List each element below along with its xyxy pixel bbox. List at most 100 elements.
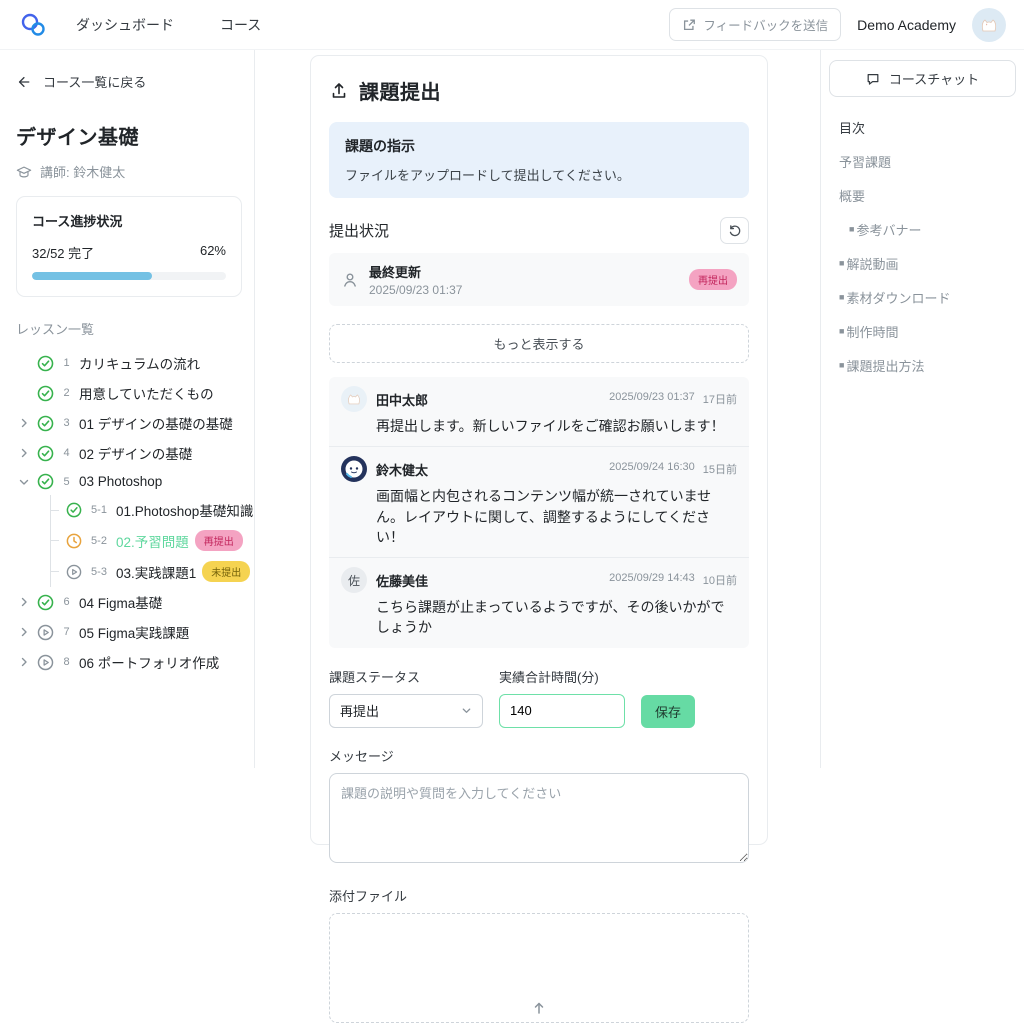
total-hours-input[interactable] xyxy=(499,694,625,728)
back-arrow-icon xyxy=(16,75,31,89)
comment-date: 2025/09/23 01:37 xyxy=(609,391,695,407)
toc-title: 目次 xyxy=(839,118,1016,137)
last-update-row[interactable]: 最終更新 2025/09/23 01:37 再提出 xyxy=(329,253,749,306)
account-name: Demo Academy xyxy=(857,17,956,33)
file-dropzone[interactable] xyxy=(329,913,749,1023)
progress-title: コース進捗状況 xyxy=(32,211,226,230)
toc-bullet: ■ xyxy=(839,327,844,336)
course-title: デザイン基礎 xyxy=(16,121,242,150)
progress-completed: 32/52 完了 xyxy=(32,243,94,262)
lesson-item-4[interactable]: 4 02 デザインの基礎 xyxy=(16,438,242,468)
chevron-down-icon xyxy=(461,705,472,716)
chevron-right-icon[interactable] xyxy=(16,655,31,669)
toc-bullet: ■ xyxy=(839,361,844,370)
person-icon xyxy=(341,271,359,289)
check-circle-icon xyxy=(37,473,54,490)
toc-bullet: ■ xyxy=(839,293,844,302)
hours-label: 実績合計時間(分) xyxy=(499,667,625,686)
user-avatar[interactable] xyxy=(972,8,1006,42)
toc-item[interactable]: 予習課題 xyxy=(839,152,1016,171)
message-label: メッセージ xyxy=(329,746,749,765)
chevron-right-icon[interactable] xyxy=(16,595,31,609)
lesson-item-1[interactable]: 1 カリキュラムの流れ xyxy=(16,348,242,378)
assignment-panel: 課題提出 課題の指示 ファイルをアップロードして提出してください。 提出状況 最… xyxy=(310,55,768,845)
comment-date: 2025/09/29 14:43 xyxy=(609,572,695,588)
lesson-5-children: 5-1 01.Photoshop基礎知識 5-2 02.予習問題 再提出 5-3… xyxy=(50,495,242,587)
comment-row: 佐 佐藤美佳 2025/09/29 14:43 10日前 こちら課題が止まってい… xyxy=(329,558,749,648)
lesson-item-6[interactable]: 6 04 Figma基礎 xyxy=(16,587,242,617)
instructions-body: ファイルをアップロードして提出してください。 xyxy=(345,165,733,184)
chat-bubble-icon xyxy=(866,72,880,86)
page-title: 課題提出 xyxy=(359,76,441,105)
not-submitted-badge: 未提出 xyxy=(202,561,250,582)
play-circle-icon xyxy=(37,654,54,671)
save-button[interactable]: 保存 xyxy=(641,695,695,728)
nav-dashboard[interactable]: ダッシュボード xyxy=(76,15,174,35)
comment-row: 田中太郎 2025/09/23 01:37 17日前 再提出します。新しいファイ… xyxy=(329,377,749,447)
graduation-cap-icon xyxy=(16,165,32,179)
message-textarea[interactable] xyxy=(329,773,749,863)
chevron-right-icon[interactable] xyxy=(16,446,31,460)
progress-bar xyxy=(32,272,226,280)
check-circle-icon xyxy=(37,594,54,611)
chevron-right-icon[interactable] xyxy=(16,416,31,430)
check-circle-icon xyxy=(37,445,54,462)
course-sidebar: コース一覧に戻る デザイン基礎 講師: 鈴木健太 コース進捗状況 32/52 完… xyxy=(0,50,255,768)
lesson-item-5[interactable]: 5 03 Photoshop xyxy=(16,468,242,495)
show-more-button[interactable]: もっと表示する xyxy=(329,324,749,363)
toc-sidebar: コースチャット 目次 予習課題 概要 ■ 参考バナー ■ 解説動画 ■ 素材ダウ… xyxy=(820,50,1024,768)
check-circle-icon xyxy=(65,502,82,519)
toc-item[interactable]: ■ 解説動画 xyxy=(839,254,1016,273)
play-circle-icon xyxy=(65,563,82,580)
instructions-title: 課題の指示 xyxy=(345,136,733,156)
lesson-item-8[interactable]: 8 06 ポートフォリオ作成 xyxy=(16,647,242,677)
instructor-row: 講師: 鈴木健太 xyxy=(16,162,242,181)
toc-item[interactable]: ■ 参考バナー xyxy=(849,220,1016,239)
sublesson-item-5-2[interactable]: 5-2 02.予習問題 再提出 xyxy=(51,525,242,556)
comment-row: 鈴木健太 2025/09/24 16:30 15日前 画面幅と内包されるコンテン… xyxy=(329,447,749,558)
toc-item[interactable]: ■ 課題提出方法 xyxy=(839,356,1016,375)
toc-item[interactable]: ■ 素材ダウンロード xyxy=(839,288,1016,307)
upload-arrow-icon xyxy=(531,1000,547,1016)
attachment-label: 添付ファイル xyxy=(329,886,749,905)
submission-status-title: 提出状況 xyxy=(329,220,389,241)
resubmit-badge: 再提出 xyxy=(195,530,243,551)
course-progress-card: コース進捗状況 32/52 完了 62% xyxy=(16,196,242,297)
status-badge: 再提出 xyxy=(689,269,737,290)
toc-bullet: ■ xyxy=(839,259,844,268)
assignment-status-select[interactable]: 再提出 xyxy=(329,694,483,728)
avatar-suzuki xyxy=(341,456,367,482)
toc-bullet: ■ xyxy=(849,225,854,234)
comment-relative: 10日前 xyxy=(703,572,737,588)
chevron-right-icon[interactable] xyxy=(16,625,31,639)
check-circle-icon xyxy=(37,385,54,402)
chevron-down-icon[interactable] xyxy=(16,475,31,489)
nav-course[interactable]: コース xyxy=(220,15,261,35)
back-to-courses-link[interactable]: コース一覧に戻る xyxy=(16,64,242,99)
progress-percent: 62% xyxy=(200,243,226,262)
comment-list: 田中太郎 2025/09/23 01:37 17日前 再提出します。新しいファイ… xyxy=(329,377,749,648)
progress-fill xyxy=(32,272,152,280)
toc-item[interactable]: ■ 制作時間 xyxy=(839,322,1016,341)
send-feedback-button[interactable]: フィードバックを送信 xyxy=(669,8,841,41)
refresh-button[interactable] xyxy=(720,217,749,244)
lesson-item-7[interactable]: 7 05 Figma実践課題 xyxy=(16,617,242,647)
toc-item[interactable]: 概要 xyxy=(839,186,1016,205)
comment-date: 2025/09/24 16:30 xyxy=(609,461,695,477)
last-update-time: 2025/09/23 01:37 xyxy=(369,283,462,297)
upload-icon xyxy=(329,81,349,101)
external-link-icon xyxy=(682,18,696,32)
sublesson-item-5-1[interactable]: 5-1 01.Photoshop基礎知識 xyxy=(51,495,242,525)
status-select-label: 課題ステータス xyxy=(329,667,483,686)
lesson-item-3[interactable]: 3 01 デザインの基礎の基礎 xyxy=(16,408,242,438)
assignment-instructions: 課題の指示 ファイルをアップロードして提出してください。 xyxy=(329,122,749,198)
top-navbar: ダッシュボード コース フィードバックを送信 Demo Academy xyxy=(0,0,1024,50)
check-circle-icon xyxy=(37,415,54,432)
lesson-item-2[interactable]: 2 用意していただくもの xyxy=(16,378,242,408)
course-chat-button[interactable]: コースチャット xyxy=(829,60,1016,97)
sublesson-item-5-3[interactable]: 5-3 03.実践課題1 未提出 xyxy=(51,556,242,587)
avatar-sato: 佐 xyxy=(341,567,367,593)
lessons-header: レッスン一覧 xyxy=(16,319,242,338)
app-logo-icon[interactable] xyxy=(18,12,48,38)
comment-relative: 15日前 xyxy=(703,461,737,477)
